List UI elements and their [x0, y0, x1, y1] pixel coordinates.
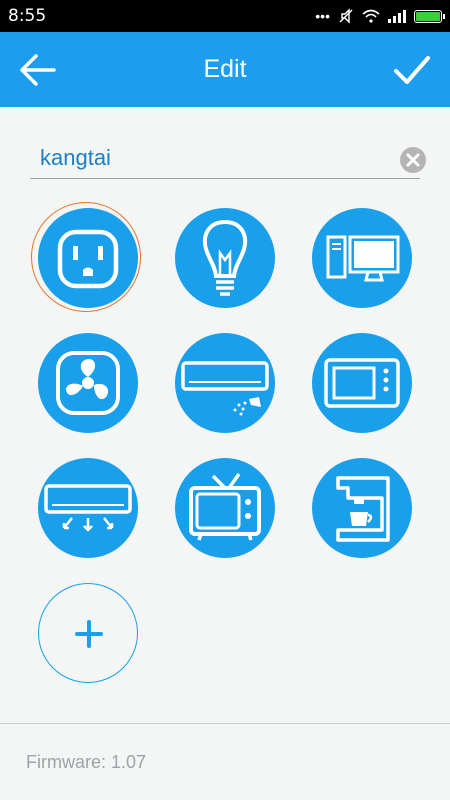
microwave-icon	[324, 358, 400, 408]
air-conditioner-icon	[44, 484, 132, 532]
coffee-maker-icon	[336, 476, 390, 542]
add-device-icon-button[interactable]	[38, 583, 138, 683]
device-icon-fan[interactable]	[38, 333, 138, 433]
light-bulb-icon	[203, 219, 247, 296]
device-icon-air-conditioner[interactable]	[38, 458, 138, 558]
wifi-icon	[362, 9, 380, 23]
arrow-left-icon	[20, 54, 56, 86]
clear-button[interactable]	[400, 147, 426, 173]
device-icon-computer[interactable]	[312, 208, 412, 308]
device-icon-humidifier[interactable]	[175, 333, 275, 433]
status-time: 8:55	[8, 6, 47, 26]
name-field	[30, 140, 426, 179]
plus-icon	[75, 620, 103, 648]
device-icon-microwave[interactable]	[312, 333, 412, 433]
firmware-version: Firmware: 1.07	[26, 752, 147, 772]
back-button[interactable]	[14, 46, 64, 94]
app-header: Edit	[0, 32, 450, 107]
footer-divider	[0, 723, 450, 724]
device-icon-light-bulb[interactable]	[175, 208, 275, 308]
clear-x-icon	[406, 153, 420, 167]
device-icon-coffee-maker[interactable]	[312, 458, 412, 558]
outlet-icon	[57, 229, 119, 289]
battery-icon	[414, 9, 445, 23]
confirm-button[interactable]	[386, 46, 436, 94]
more-notifications-icon: •••	[315, 8, 330, 24]
checkmark-icon	[394, 56, 430, 84]
device-icon-outlet[interactable]	[38, 208, 138, 308]
fan-icon	[56, 351, 120, 415]
muted-icon	[339, 8, 353, 24]
tv-icon	[189, 472, 261, 541]
page-title: Edit	[203, 55, 247, 83]
device-icon-tv[interactable]	[175, 458, 275, 558]
signal-icon	[388, 9, 406, 23]
status-icons: •••	[315, 8, 445, 24]
device-name-input[interactable]	[30, 140, 400, 176]
humidifier-icon	[181, 361, 269, 416]
computer-icon	[326, 235, 400, 282]
status-bar: 8:55 •••	[0, 0, 450, 32]
